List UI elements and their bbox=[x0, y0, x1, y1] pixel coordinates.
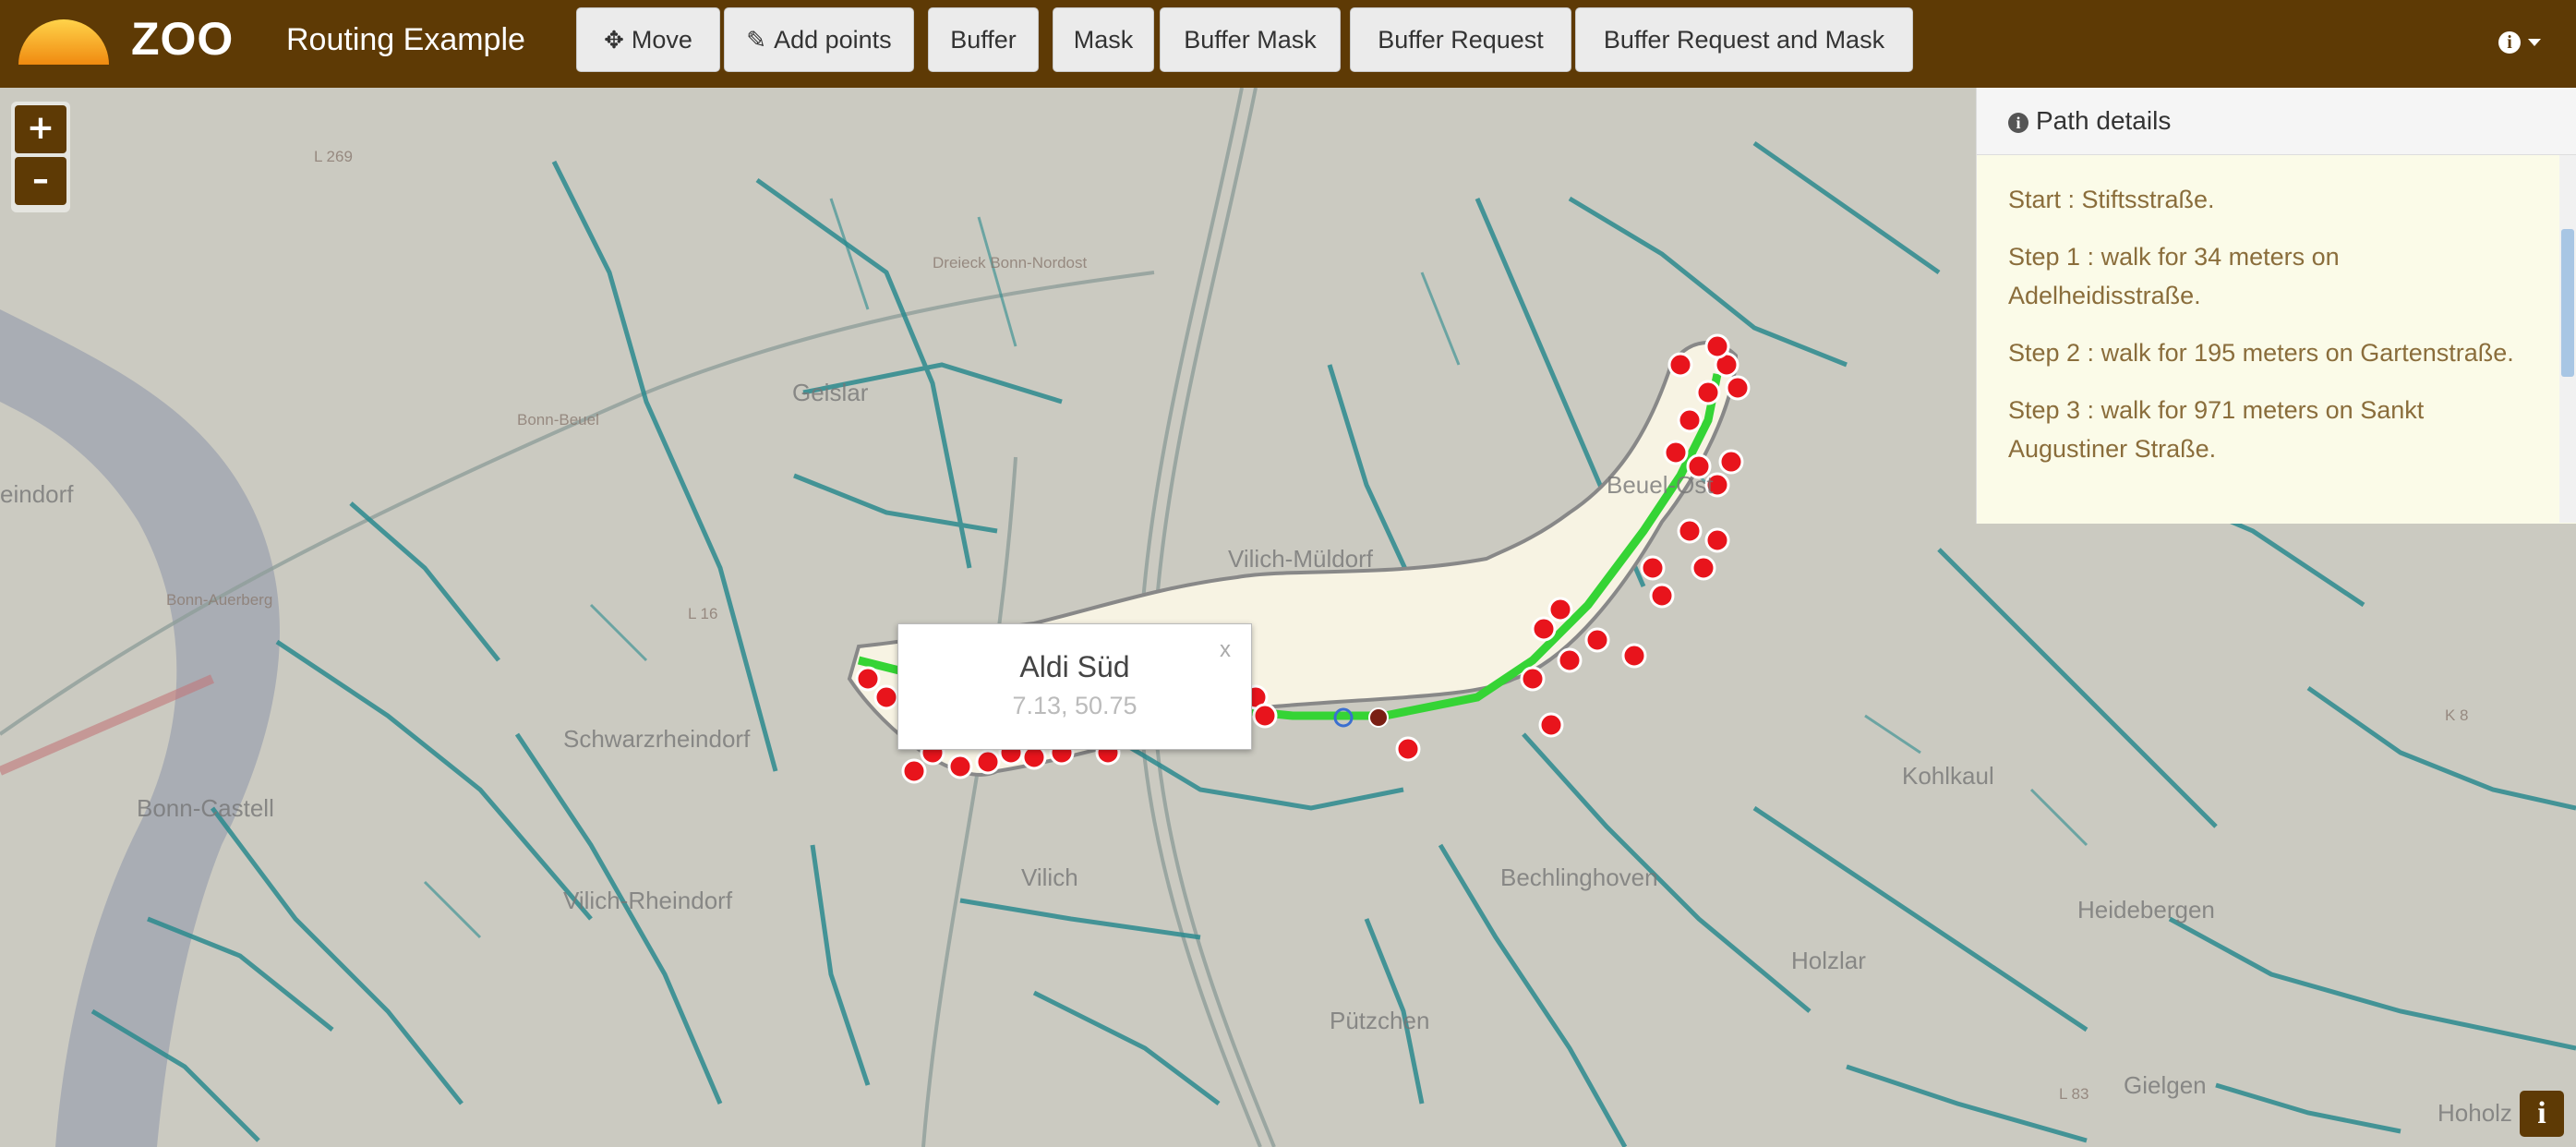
map-label: Pützchen bbox=[1330, 1007, 1430, 1034]
map-label: Bonn-Auerberg bbox=[166, 591, 273, 609]
map-label: L 269 bbox=[314, 148, 353, 165]
map-label: Heidebergen bbox=[2077, 896, 2215, 924]
brand-logo-text[interactable]: ZOO bbox=[131, 13, 234, 65]
info-circle-icon: i bbox=[2008, 112, 2028, 133]
map-label: Bechlinghoven bbox=[1500, 863, 1658, 891]
move-icon: ✥ bbox=[604, 26, 624, 54]
map-label: Vilich-Müldorf bbox=[1228, 545, 1374, 573]
map-label: Vilich-Rheindorf bbox=[563, 887, 733, 914]
popup-title: Aldi Süd bbox=[1019, 650, 1130, 683]
popup-coordinates: 7.13, 50.75 bbox=[1012, 692, 1138, 719]
map-label: L 83 bbox=[2059, 1085, 2089, 1103]
top-navbar: ZOO Routing Example ✥ Move ✎ Add points Bu… bbox=[0, 0, 2576, 88]
info-dropdown[interactable]: i bbox=[2498, 22, 2541, 59]
map-label: Bonn-Castell bbox=[137, 794, 274, 822]
path-details-body: Start : Stiftsstraße. Step 1 : walk for … bbox=[2008, 180, 2525, 487]
zoo-sun-logo bbox=[18, 19, 109, 65]
buffer-mask-button[interactable]: Buffer Mask bbox=[1160, 7, 1341, 72]
buffer-request-button[interactable]: Buffer Request bbox=[1350, 7, 1571, 72]
move-button-label: Move bbox=[631, 26, 692, 54]
mask-button[interactable]: Mask bbox=[1053, 7, 1154, 72]
panel-scrollbar[interactable] bbox=[2559, 155, 2576, 523]
caret-down-icon bbox=[2528, 38, 2541, 46]
buffer-request-and-mask-button[interactable]: Buffer Request and Mask bbox=[1575, 7, 1913, 72]
poi-popup: x Aldi Süd 7.13, 50.75 bbox=[897, 623, 1252, 750]
map-label: eindorf bbox=[0, 480, 74, 508]
path-details-header[interactable]: i Path details bbox=[1977, 88, 2576, 155]
map-label: L 16 bbox=[688, 605, 718, 622]
map-label: Holzlar bbox=[1791, 947, 1866, 974]
map-label: K 8 bbox=[2445, 706, 2469, 724]
path-step: Step 3 : walk for 971 meters on Sankt Au… bbox=[2008, 396, 2425, 463]
map-label: Schwarzrheindorf bbox=[563, 725, 751, 753]
map-label: Bonn-Beuel bbox=[517, 411, 599, 429]
pencil-icon: ✎ bbox=[746, 26, 767, 54]
map-label: Beuel-Ost bbox=[1607, 471, 1714, 499]
path-details-title: Path details bbox=[2036, 106, 2172, 135]
map-label: Hoholz bbox=[2438, 1099, 2512, 1127]
map-label: Gielgen bbox=[2124, 1071, 2207, 1099]
app-title[interactable]: Routing Example bbox=[286, 17, 525, 63]
move-button[interactable]: ✥ Move bbox=[576, 7, 720, 72]
add-points-button[interactable]: ✎ Add points bbox=[724, 7, 914, 72]
zoom-in-button[interactable]: + bbox=[15, 105, 66, 153]
add-points-button-label: Add points bbox=[774, 26, 892, 54]
popup-close-button[interactable]: x bbox=[1220, 637, 1231, 663]
path-step: Step 1 : walk for 34 meters on Adelheidi… bbox=[2008, 243, 2340, 309]
info-circle-icon: i bbox=[2498, 30, 2521, 54]
path-step: Step 2 : walk for 195 meters on Gartenst… bbox=[2008, 339, 2514, 367]
map-label: Geislar bbox=[792, 379, 869, 406]
path-details-panel: i Path details Start : Stiftsstraße. Step… bbox=[1976, 88, 2576, 524]
buffer-button[interactable]: Buffer bbox=[928, 7, 1039, 72]
path-step: Start : Stiftsstraße. bbox=[2008, 186, 2215, 213]
attribution-button[interactable]: i bbox=[2520, 1091, 2564, 1137]
map-label: Dreieck Bonn-Nordost bbox=[933, 254, 1088, 272]
zoom-control: + – bbox=[11, 102, 70, 212]
zoom-out-button[interactable]: – bbox=[15, 157, 66, 205]
map-label: Vilich bbox=[1021, 863, 1078, 891]
map-label: Kohlkaul bbox=[1902, 762, 1994, 790]
panel-scrollbar-thumb[interactable] bbox=[2561, 229, 2574, 377]
